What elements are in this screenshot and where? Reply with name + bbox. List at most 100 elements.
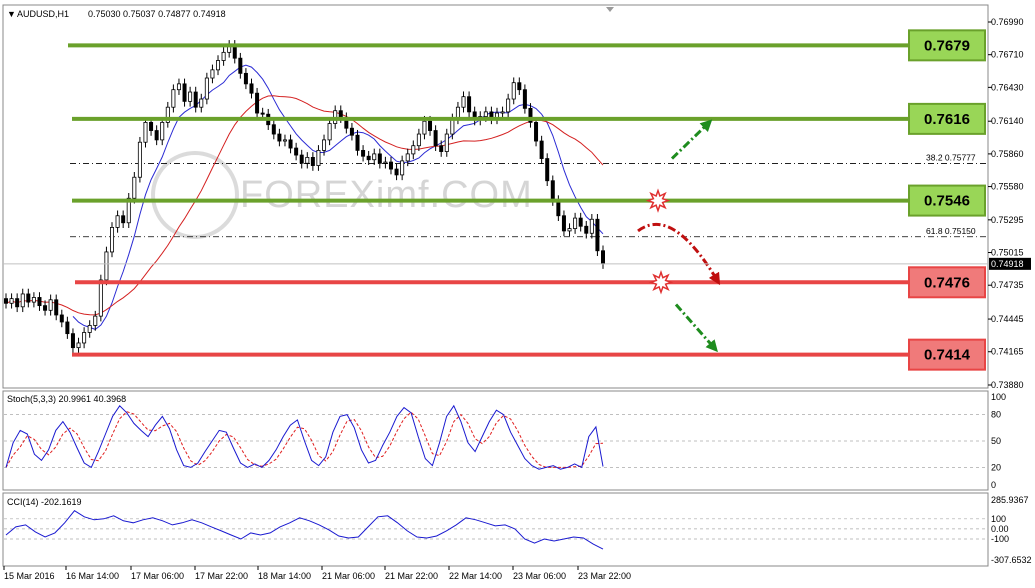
- candle-body: [310, 156, 315, 166]
- time-tick-label: 16 Mar 14:00: [66, 571, 119, 581]
- candle-body: [193, 91, 198, 108]
- candle-body: [104, 251, 109, 281]
- chart-symbol: AUDUSD,H1: [17, 9, 69, 19]
- candle-body: [37, 297, 42, 307]
- candle-body: [450, 118, 455, 135]
- candle-body: [98, 279, 103, 317]
- candle-body: [500, 111, 505, 114]
- candle-body: [59, 314, 64, 323]
- candle-body: [573, 217, 578, 229]
- candle-body: [299, 154, 304, 164]
- candle-body: [282, 139, 287, 142]
- candle-body: [204, 77, 209, 100]
- stoch-tick-label: 80: [991, 410, 1001, 420]
- candle-body: [405, 153, 410, 162]
- time-tick-label: 17 Mar 06:00: [131, 571, 184, 581]
- candle-body: [210, 69, 215, 79]
- stoch-tick-label: 100: [991, 392, 1006, 402]
- chart-header-arrow[interactable]: ▼: [7, 9, 16, 19]
- candle-body: [115, 215, 120, 228]
- candle-body: [43, 305, 48, 311]
- candle-body: [444, 133, 449, 152]
- time-tick-label: 22 Mar 14:00: [449, 571, 502, 581]
- candle-body: [388, 161, 393, 170]
- level-label: 0.7616: [924, 111, 970, 128]
- candle-body: [355, 134, 360, 151]
- candle-body: [238, 57, 243, 74]
- price-tick-label: 0.75295: [991, 215, 1024, 225]
- breakout-burst: [648, 270, 674, 295]
- price-tick-label: 0.76710: [991, 50, 1024, 60]
- cci-tick-label: 100: [991, 514, 1006, 524]
- candle-body: [70, 333, 75, 349]
- cci-tick-label: 0.00: [991, 524, 1009, 534]
- candle-body: [483, 111, 488, 117]
- cci-panel-frame: [2, 492, 989, 567]
- candle-body: [249, 83, 254, 94]
- candle-body: [93, 315, 98, 326]
- candle-body: [110, 227, 115, 253]
- candle-body: [20, 293, 25, 308]
- price-tick-label: 0.76140: [991, 116, 1024, 126]
- candle-body: [322, 139, 327, 151]
- watermark-text: FOREXimf.COM: [240, 174, 533, 216]
- fib-label: 38.2 0.75777: [926, 153, 976, 163]
- chart-ohlc: 0.75030 0.75037 0.74877 0.74918: [88, 9, 226, 19]
- candle-body: [567, 228, 572, 232]
- level-label: 0.7476: [924, 274, 970, 291]
- price-tick-label: 0.76990: [991, 17, 1024, 27]
- price-tick-label: 0.75860: [991, 149, 1024, 159]
- candle-body: [271, 124, 276, 135]
- candle-body: [372, 153, 377, 161]
- time-tick-label: 23 Mar 06:00: [513, 571, 566, 581]
- candle-body: [550, 180, 555, 201]
- candle-body: [54, 299, 59, 316]
- candle-body: [416, 133, 421, 147]
- candle-body: [361, 149, 366, 157]
- candle-body: [377, 153, 382, 164]
- stoch-label: Stoch(5,3,3) 20.9961 40.3968: [7, 394, 126, 404]
- candle-body: [316, 149, 321, 166]
- time-tick-label: 21 Mar 22:00: [385, 571, 438, 581]
- time-tick-label: 23 Mar 22:00: [578, 571, 631, 581]
- candle-body: [9, 298, 14, 304]
- candle-body: [522, 89, 527, 109]
- stoch-tick-label: 50: [991, 436, 1001, 446]
- cci-tick-label: -100: [991, 534, 1009, 544]
- candle-body: [15, 298, 20, 308]
- price-tick-label: 0.74165: [991, 347, 1024, 357]
- candle-body: [221, 51, 226, 61]
- candle-body: [584, 225, 589, 234]
- candle-body: [243, 72, 248, 85]
- candle-body: [149, 121, 154, 131]
- forex-chart: FOREXimf.COM ▼ AUDUSD,H1 0.75030 0.75037…: [2, 4, 1032, 581]
- candle-body: [143, 121, 148, 143]
- candle-body: [433, 130, 438, 147]
- candle-body: [556, 200, 561, 217]
- candle-body: [176, 83, 181, 91]
- candle-body: [539, 140, 544, 159]
- cci-tick-label: 285.9367: [991, 495, 1029, 505]
- price-tick-label: 0.73880: [991, 380, 1024, 390]
- candle-body: [422, 120, 427, 135]
- candle-body: [188, 91, 193, 102]
- candle-body: [561, 215, 566, 232]
- candle-body: [545, 158, 550, 182]
- time-tick-label: 17 Mar 22:00: [195, 571, 248, 581]
- candle-body: [277, 133, 282, 142]
- level-label: 0.7679: [924, 37, 970, 54]
- stoch-tick-label: 0: [991, 480, 996, 490]
- price-tick-label: 0.75580: [991, 182, 1024, 192]
- price-tick-label: 0.75015: [991, 248, 1024, 258]
- current-price-label: 0.74918: [991, 259, 1024, 269]
- candle-body: [132, 176, 137, 199]
- candle-body: [294, 147, 299, 156]
- candle-body: [4, 298, 9, 304]
- time-axis: 15 Mar 2016 16 Mar 14:00 17 Mar 06:00 17 Ma…: [3, 566, 631, 581]
- candle-body: [216, 60, 221, 71]
- time-tick-label: 21 Mar 06:00: [322, 571, 375, 581]
- candle-body: [305, 156, 310, 164]
- candle-body: [82, 332, 87, 344]
- candle-body: [31, 297, 36, 303]
- candle-body: [461, 96, 466, 108]
